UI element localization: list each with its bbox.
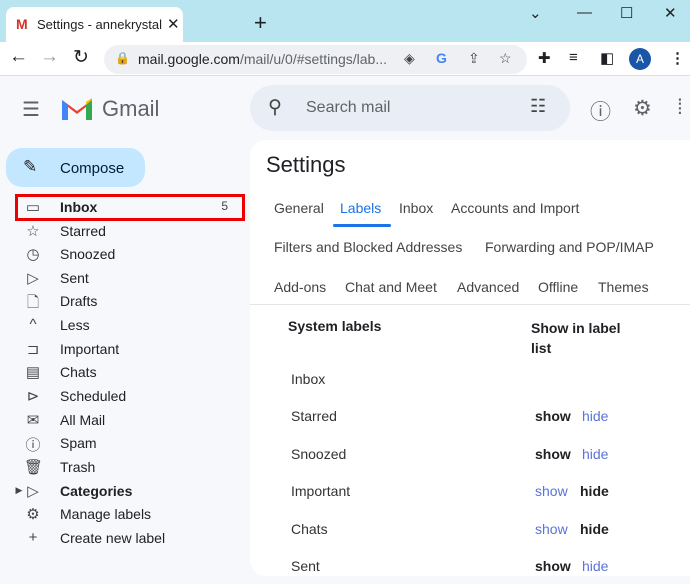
show-link[interactable]: show <box>535 521 568 537</box>
browser-menu-icon[interactable]: ⋮ <box>670 49 685 67</box>
show-option[interactable]: show <box>535 446 571 462</box>
inbox-highlight-box <box>15 194 245 221</box>
hide-link[interactable]: hide <box>582 446 608 462</box>
show-option[interactable]: show <box>535 558 571 574</box>
sidebar-item-all-mail[interactable]: ✉ All Mail <box>14 409 244 431</box>
apps-grid-icon[interactable]: ⁞ <box>677 96 683 120</box>
settings-gear-icon[interactable]: ⚙ <box>633 96 652 121</box>
chat-icon: ▤ <box>25 364 41 381</box>
star-icon: ☆ <box>26 223 40 240</box>
tab-search-icon[interactable]: ⌄ <box>529 4 542 22</box>
compose-button[interactable]: ✎ Compose <box>6 148 145 187</box>
sidebar-item-snoozed[interactable]: ◷ Snoozed <box>14 243 244 265</box>
sidebar-item-important[interactable]: ⊐ Important <box>14 338 244 360</box>
sidebar-item-less[interactable]: ^ Less <box>14 314 244 336</box>
all-mail-icon: ✉ <box>26 412 40 429</box>
hide-option[interactable]: hide <box>580 483 609 499</box>
search-icon[interactable]: ⚲ <box>268 96 282 119</box>
tab-general[interactable]: General <box>274 200 324 216</box>
lock-icon: 🔒 <box>115 51 130 65</box>
back-icon[interactable]: ← <box>9 46 28 68</box>
address-bar[interactable]: 🔒 mail.google.com/mail/u/0/#settings/lab… <box>104 45 527 74</box>
gear-icon: ⚙ <box>26 506 40 523</box>
media-control-icon[interactable]: ≡ <box>569 49 578 66</box>
label-row-name: Important <box>291 483 351 499</box>
forward-icon[interactable]: → <box>40 46 59 68</box>
tab-labels[interactable]: Labels <box>340 200 381 216</box>
side-panel-icon[interactable]: ◧ <box>600 49 614 67</box>
trash-icon: 🗑 <box>24 459 44 476</box>
tab-title: Settings - annekrystal2000@gma <box>37 17 162 32</box>
gmail-favicon-icon: M <box>16 16 28 32</box>
sidebar-item-starred[interactable]: ☆ Starred <box>14 220 244 242</box>
show-option[interactable]: show <box>535 408 571 424</box>
important-icon: ⊐ <box>26 341 40 358</box>
close-tab-icon[interactable]: ✕ <box>167 15 180 33</box>
new-tab-button[interactable]: + <box>254 10 267 36</box>
url-text: mail.google.com/mail/u/0/#settings/lab..… <box>138 51 388 67</box>
chevron-up-icon: ^ <box>29 316 37 333</box>
settings-panel: Settings General Labels Inbox Accounts a… <box>250 140 690 576</box>
hide-link[interactable]: hide <box>582 408 608 424</box>
search-bar[interactable]: ⚲ Search mail ☷ <box>250 85 570 131</box>
active-tab-indicator <box>333 224 391 227</box>
label-row-name: Starred <box>291 408 337 424</box>
sidebar-item-trash[interactable]: 🗑 Trash <box>14 456 244 478</box>
send-icon: ▷ <box>27 270 39 287</box>
divider <box>250 304 690 305</box>
label-row-name: Sent <box>291 558 320 574</box>
tab-advanced[interactable]: Advanced <box>457 279 519 295</box>
label-row-name: Inbox <box>291 371 326 387</box>
main-menu-icon[interactable]: ☰ <box>22 97 40 122</box>
sidebar-item-scheduled[interactable]: ⊳ Scheduled <box>14 385 244 407</box>
maximize-button[interactable]: ☐ <box>620 4 633 22</box>
sidebar-item-sent[interactable]: ▷ Sent <box>14 267 244 289</box>
share-icon[interactable]: ⇪ <box>468 50 480 67</box>
tab-addons[interactable]: Add-ons <box>274 279 326 295</box>
extension-eye-icon[interactable]: ◈ <box>404 50 415 67</box>
tab-inbox[interactable]: Inbox <box>399 200 433 216</box>
sidebar-item-categories[interactable]: ▶ ▷ Categories <box>14 480 244 502</box>
extensions-puzzle-icon[interactable]: ✚ <box>538 49 551 67</box>
help-icon[interactable]: ⓘ <box>590 96 611 126</box>
address-bar-row: ← → ↻ 🔒 mail.google.com/mail/u/0/#settin… <box>0 42 690 76</box>
minimize-button[interactable]: — <box>577 4 592 21</box>
profile-avatar[interactable]: A <box>629 48 651 70</box>
search-options-icon[interactable]: ☷ <box>530 96 546 117</box>
show-link[interactable]: show <box>535 483 568 499</box>
reload-icon[interactable]: ↻ <box>73 46 89 69</box>
tab-forwarding[interactable]: Forwarding and POP/IMAP <box>485 239 654 255</box>
browser-tab[interactable]: M Settings - annekrystal2000@gma ✕ <box>6 7 183 42</box>
label-icon: ▷ <box>27 483 39 500</box>
pencil-icon: ✎ <box>23 157 38 176</box>
sidebar-item-create-label[interactable]: + Create new label <box>14 527 244 549</box>
gmail-wordmark: Gmail <box>102 96 160 121</box>
tab-offline[interactable]: Offline <box>538 279 578 295</box>
sidebar-item-chats[interactable]: ▤ Chats <box>14 361 244 383</box>
hide-option[interactable]: hide <box>580 521 609 537</box>
gmail-logo-icon[interactable] <box>60 94 94 122</box>
hide-link[interactable]: hide <box>582 558 608 574</box>
column-header-show: Show in label list <box>531 320 621 356</box>
tab-themes[interactable]: Themes <box>598 279 649 295</box>
label-row-name: Snoozed <box>291 446 347 462</box>
sidebar-item-manage-labels[interactable]: ⚙ Manage labels <box>14 503 244 525</box>
tab-accounts-import[interactable]: Accounts and Import <box>451 200 579 216</box>
tab-chat-meet[interactable]: Chat and Meet <box>345 279 437 295</box>
plus-icon: + <box>28 529 38 546</box>
sidebar-item-drafts[interactable]: 🗋 Drafts <box>14 290 244 312</box>
column-header-system-labels: System labels <box>288 318 382 334</box>
clock-icon: ◷ <box>26 246 40 263</box>
google-icon[interactable]: G <box>436 50 447 66</box>
search-input[interactable]: Search mail <box>306 99 390 117</box>
scheduled-icon: ⊳ <box>26 388 40 405</box>
tab-filters[interactable]: Filters and Blocked Addresses <box>274 239 462 255</box>
browser-tab-bar: M Settings - annekrystal2000@gma ✕ + ⌄ —… <box>0 0 690 42</box>
bookmark-star-icon[interactable]: ☆ <box>499 50 512 67</box>
page-title: Settings <box>266 152 346 177</box>
label-row-name: Chats <box>291 521 328 537</box>
spam-icon: ⓘ <box>25 437 41 454</box>
close-window-button[interactable]: ✕ <box>664 4 677 22</box>
sidebar-item-spam[interactable]: ⓘ Spam <box>14 432 244 454</box>
